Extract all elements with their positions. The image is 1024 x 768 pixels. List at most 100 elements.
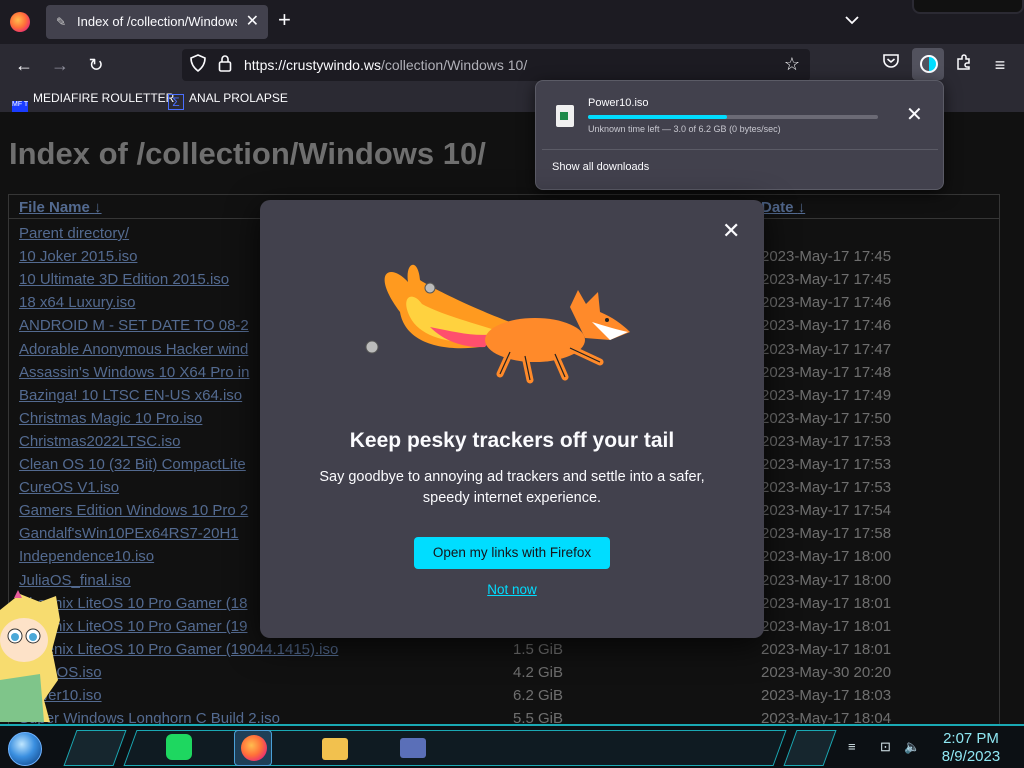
column-date[interactable]: Date ↓ [761, 199, 805, 216]
file-link[interactable]: Christmas2022LTSC.iso [19, 433, 180, 450]
column-file-name[interactable]: File Name ↓ [19, 199, 102, 216]
file-date: 2023-May-17 17:48 [761, 363, 892, 381]
file-link[interactable]: ANDROID M - SET DATE TO 08-2 [19, 317, 249, 334]
taskbar: ≡ ⊡ 🔈 2:07 PM 8/9/2023 [0, 724, 1024, 768]
file-date: 2023-May-17 17:45 [761, 248, 892, 266]
taskbar-decoration [63, 730, 127, 766]
file-date: 2023-May-17 17:45 [761, 271, 892, 289]
tab-title: Index of /collection/Windows 10/ [77, 14, 237, 29]
start-button[interactable] [8, 732, 42, 766]
file-link[interactable]: Adorable Anonymous Hacker wind [19, 341, 248, 358]
downloads-button[interactable] [912, 48, 944, 80]
clock-time: 2:07 PM [943, 730, 999, 747]
reload-icon[interactable]: ↻ [83, 52, 109, 78]
not-now-label[interactable]: Not now [487, 582, 537, 597]
firefox-view-icon[interactable] [10, 12, 30, 32]
file-link[interactable]: Parent directory/ [19, 225, 129, 242]
table-row: Phoenix LiteOS 10 Pro Gamer (19044.1415)… [9, 639, 999, 662]
clock-date: 8/9/2023 [941, 748, 1001, 765]
taskbar-app-control-panel[interactable] [394, 730, 432, 766]
control-panel-icon [400, 738, 426, 758]
running-fox-illustration-icon [365, 264, 630, 384]
taskbar-app-area [123, 730, 787, 766]
extensions-puzzle-icon[interactable] [951, 52, 977, 78]
dialog-close-icon[interactable]: ✕ [722, 220, 740, 242]
file-link[interactable]: 10 Ultimate 3D Edition 2015.iso [19, 271, 229, 288]
download-progress-bar [588, 115, 878, 119]
tab-close-icon[interactable]: ✕ [246, 11, 259, 31]
list-all-tabs-chevron-icon[interactable] [845, 12, 859, 28]
tab-active[interactable]: ✎ Index of /collection/Windows 10/ ✕ [46, 5, 268, 39]
table-row: Plain OS.iso 4.2 GiB 2023-May-30 20:20 [9, 662, 999, 685]
network-icon[interactable]: ⊡ [880, 739, 891, 755]
file-date: 2023-May-17 18:00 [761, 548, 892, 566]
forward-arrow-icon[interactable]: → [47, 52, 73, 78]
default-browser-dialog: ✕ Keep pesky trackers off your tail Say … [260, 200, 764, 638]
dialog-subtext: Say goodbye to annoying ad trackers and … [319, 469, 705, 506]
bookmark-label: MEDIAFIRE ROULETTER [33, 91, 175, 105]
hamburger-menu-icon[interactable]: ≡ [987, 52, 1013, 78]
file-date: 2023-May-17 17:49 [761, 386, 892, 404]
show-desktop-lines-icon[interactable]: ≡ [848, 739, 856, 754]
bookmark-anal-prolapse[interactable]: Σ ANAL PROLAPSE [168, 91, 288, 110]
file-size: 6.2 GiB [513, 687, 564, 704]
download-progress-fill [588, 115, 728, 119]
open-with-firefox-button[interactable]: Open my links with Firefox [414, 537, 610, 569]
url-text: https://crustywindo.ws/collection/Window… [244, 57, 528, 73]
new-tab-icon[interactable]: + [278, 9, 291, 31]
file-date: 2023-May-17 17:46 [761, 317, 892, 335]
tab-strip: ✎ Index of /collection/Windows 10/ ✕ + [0, 0, 1024, 44]
file-link[interactable]: Clean OS 10 (32 Bit) CompactLite [19, 456, 246, 473]
show-all-downloads-button[interactable]: Show all downloads [552, 161, 649, 173]
file-date: 2023-May-17 17:58 [761, 525, 892, 543]
spotify-icon [166, 734, 192, 760]
file-link[interactable]: Bazinga! 10 LTSC EN-US x64.iso [19, 387, 242, 404]
file-date: 2023-May-17 17:46 [761, 294, 892, 312]
file-link[interactable]: Independence10.iso [19, 548, 154, 565]
firefox-icon [241, 735, 267, 761]
pocket-icon[interactable] [878, 52, 904, 78]
file-date: 2023-May-17 18:01 [761, 617, 892, 635]
bookmark-label: ANAL PROLAPSE [189, 91, 288, 105]
window-frame-decoration [912, 0, 1024, 14]
taskbar-app-spotify[interactable] [160, 730, 198, 766]
file-date: 2023-May-17 17:53 [761, 432, 892, 450]
file-link[interactable]: CureOS V1.iso [19, 479, 119, 496]
page-favicon-icon: ✎ [56, 15, 67, 29]
tracking-protection-shield-icon[interactable] [190, 54, 206, 79]
bookmark-star-icon[interactable]: ☆ [784, 54, 800, 75]
taskbar-app-firefox[interactable] [234, 730, 272, 766]
sigma-bookmark-icon: Σ [168, 94, 184, 110]
file-link[interactable]: JuliaOS_final.iso [19, 572, 131, 589]
file-link[interactable]: 18 x64 Luxury.iso [19, 294, 135, 311]
file-date: 2023-May-17 18:00 [761, 571, 892, 589]
file-link[interactable]: Christmas Magic 10 Pro.iso [19, 410, 202, 427]
back-arrow-icon[interactable]: ← [11, 52, 37, 78]
dialog-headline: Keep pesky trackers off your tail [349, 429, 675, 452]
file-date: 2023-May-17 17:53 [761, 479, 892, 497]
file-date: 2023-May-17 17:53 [761, 456, 892, 473]
file-link[interactable]: Gamers Edition Windows 10 Pro 2 [19, 502, 248, 519]
file-link[interactable]: Gandalf'sWin10PEx64RS7-20H1 [19, 525, 239, 542]
table-row: Power10.iso 6.2 GiB 2023-May-17 18:03 [9, 685, 999, 708]
download-filename: Power10.iso [588, 97, 649, 109]
file-explorer-icon [322, 738, 348, 760]
file-link[interactable]: 10 Joker 2015.iso [19, 248, 137, 265]
download-status: Unknown time left — 3.0 of 6.2 GB (0 byt… [588, 124, 781, 134]
lock-icon[interactable] [218, 54, 232, 79]
taskbar-app-file-explorer[interactable] [316, 730, 354, 766]
file-date: 2023-May-17 18:04 [761, 710, 892, 724]
system-clock[interactable]: 2:07 PM 8/9/2023 [928, 730, 1014, 766]
file-date: 2023-May-17 17:47 [761, 340, 892, 358]
address-bar[interactable]: https://crustywindo.ws/collection/Window… [182, 49, 810, 81]
volume-icon[interactable]: 🔈 [904, 739, 920, 755]
not-now-link[interactable]: Not now [260, 582, 764, 597]
file-link[interactable]: Phoenix LiteOS 10 Pro Gamer (19044.1415)… [19, 641, 338, 658]
file-date: 2023-May-17 17:50 [761, 409, 892, 427]
cartoon-character-sticker [0, 590, 60, 722]
file-size: 1.5 GiB [513, 640, 564, 658]
file-date: 2023-May-17 18:01 [761, 594, 892, 612]
file-link[interactable]: Assassin's Windows 10 X64 Pro in [19, 364, 249, 381]
file-date: 2023-May-30 20:20 [761, 663, 892, 681]
cancel-download-icon[interactable]: ✕ [906, 105, 923, 125]
